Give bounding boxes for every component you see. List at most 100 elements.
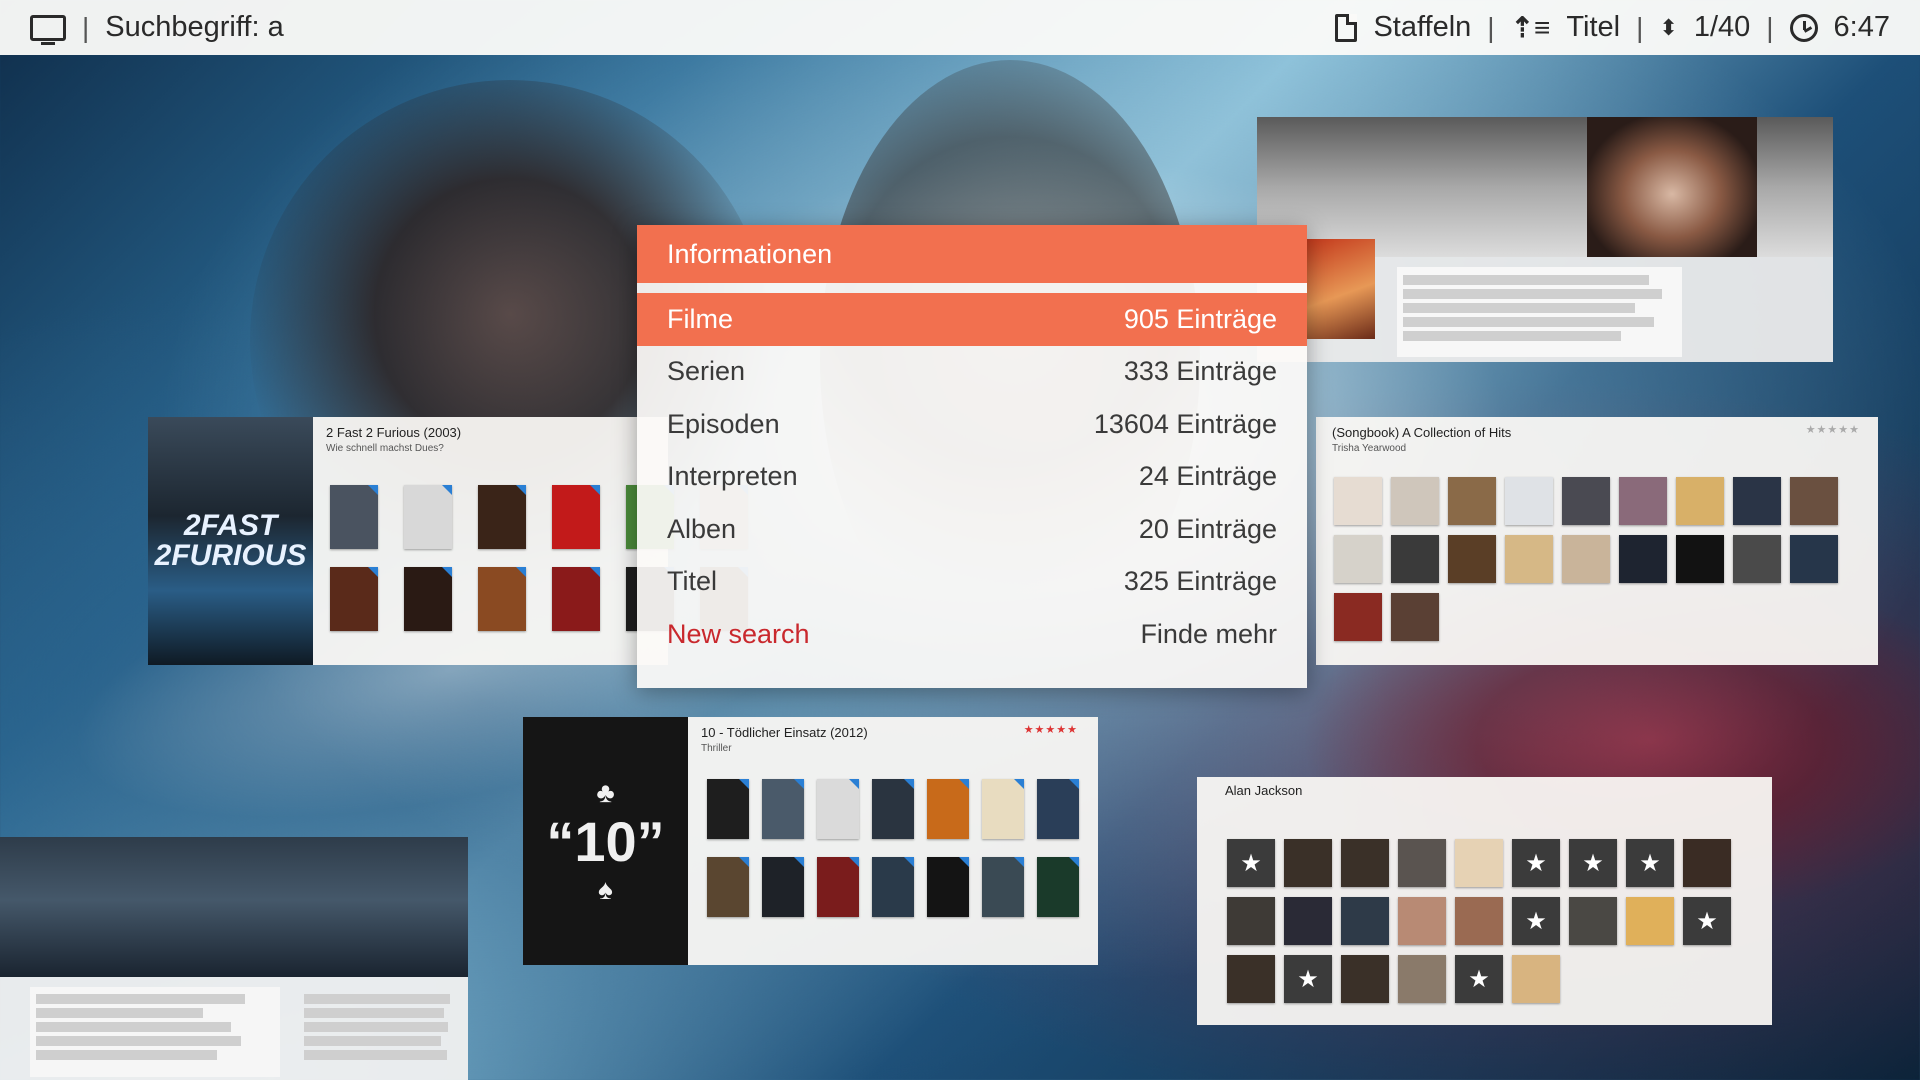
album-thumb[interactable] xyxy=(1391,535,1439,583)
album-thumb[interactable] xyxy=(1569,897,1617,945)
related-movies-grid xyxy=(707,779,1079,917)
movie-panel-2fast[interactable]: 2FAST 2FURIOUS 2 Fast 2 Furious (2003) W… xyxy=(148,417,748,665)
dialog-item-interpreten[interactable]: Interpreten 24 Einträge xyxy=(637,451,1307,504)
movie-thumb[interactable] xyxy=(817,779,859,839)
dialog-item-alben[interactable]: Alben 20 Einträge xyxy=(637,503,1307,556)
movie-thumb[interactable] xyxy=(982,857,1024,917)
album-thumb[interactable] xyxy=(1227,897,1275,945)
sort-icon: ⇡≡ xyxy=(1510,12,1551,43)
album-thumb[interactable] xyxy=(1398,955,1446,1003)
artist-panel-alan-jackson[interactable]: Alan Jackson ★ ★ ★ ★ ★ ★ ★ ★ xyxy=(1197,777,1772,1025)
album-thumb[interactable] xyxy=(1683,839,1731,887)
album-thumb[interactable] xyxy=(1391,477,1439,525)
movie-thumb[interactable] xyxy=(552,485,600,549)
album-thumb[interactable] xyxy=(1790,477,1838,525)
movie-thumb[interactable] xyxy=(478,567,526,631)
album-thumb[interactable] xyxy=(1505,477,1553,525)
album-thumb[interactable] xyxy=(1341,955,1389,1003)
dialog-item-label: Episoden xyxy=(667,408,780,439)
album-thumb[interactable] xyxy=(1505,535,1553,583)
star-placeholder-icon[interactable]: ★ xyxy=(1227,839,1275,887)
movie-thumb[interactable] xyxy=(1037,779,1079,839)
dialog-item-new-search[interactable]: New search Finde mehr xyxy=(637,608,1307,661)
dialog-list: Filme 905 Einträge Serien 333 Einträge E… xyxy=(637,293,1307,661)
album-thumb[interactable] xyxy=(1626,897,1674,945)
star-placeholder-icon[interactable]: ★ xyxy=(1455,955,1503,1003)
artist-face xyxy=(1587,117,1757,257)
movie-thumb[interactable] xyxy=(404,567,452,631)
album-thumb[interactable] xyxy=(1341,839,1389,887)
album-thumb[interactable] xyxy=(1284,839,1332,887)
star-placeholder-icon[interactable]: ★ xyxy=(1512,897,1560,945)
album-thumb[interactable] xyxy=(1391,593,1439,641)
album-thumb[interactable] xyxy=(1227,955,1275,1003)
album-thumb[interactable] xyxy=(1562,477,1610,525)
movie-thumb[interactable] xyxy=(330,567,378,631)
album-thumb[interactable] xyxy=(1790,535,1838,583)
movie-panel-10[interactable]: ♣ “10” ♠ 10 - Tödlicher Einsatz (2012) T… xyxy=(523,717,1098,965)
movie-thumb[interactable] xyxy=(762,857,804,917)
separator: | xyxy=(1636,11,1644,43)
information-dialog: Informationen Filme 905 Einträge Serien … xyxy=(637,225,1307,688)
movie-poster: ♣ “10” ♠ xyxy=(523,717,688,965)
movie-thumb[interactable] xyxy=(404,485,452,549)
album-thumb[interactable] xyxy=(1733,535,1781,583)
album-thumb[interactable] xyxy=(1733,477,1781,525)
album-thumb[interactable] xyxy=(1334,477,1382,525)
dialog-item-count: 20 Einträge xyxy=(1138,513,1277,544)
album-thumb[interactable] xyxy=(1512,955,1560,1003)
album-thumb[interactable] xyxy=(1341,897,1389,945)
album-panel-songbook[interactable]: (Songbook) A Collection of Hits Trisha Y… xyxy=(1316,417,1878,665)
star-placeholder-icon[interactable]: ★ xyxy=(1284,955,1332,1003)
tvshow-panel-bottom-left[interactable] xyxy=(0,837,468,1080)
album-thumb[interactable] xyxy=(1448,535,1496,583)
view-mode-label[interactable]: Staffeln xyxy=(1373,11,1471,44)
star-placeholder-icon[interactable]: ★ xyxy=(1626,839,1674,887)
album-thumb[interactable] xyxy=(1448,477,1496,525)
dialog-item-filme[interactable]: Filme 905 Einträge xyxy=(637,293,1307,346)
movie-thumb[interactable] xyxy=(707,857,749,917)
movie-thumb[interactable] xyxy=(707,779,749,839)
dialog-item-count: 13604 Einträge xyxy=(1093,408,1277,439)
album-artist: Trisha Yearwood xyxy=(1332,443,1407,454)
poster-title: 2FAST 2FURIOUS xyxy=(154,509,307,572)
sort-label[interactable]: Titel xyxy=(1566,11,1620,44)
movie-thumb[interactable] xyxy=(982,779,1024,839)
movie-thumb[interactable] xyxy=(927,779,969,839)
album-thumb[interactable] xyxy=(1284,897,1332,945)
album-thumb[interactable] xyxy=(1619,535,1667,583)
dialog-item-serien[interactable]: Serien 333 Einträge xyxy=(637,346,1307,399)
album-thumb[interactable] xyxy=(1455,839,1503,887)
album-thumb[interactable] xyxy=(1562,535,1610,583)
album-thumb[interactable] xyxy=(1334,593,1382,641)
top-bar: | Suchbegriff: a Staffeln | ⇡≡ Titel | ⬍… xyxy=(0,0,1920,55)
album-thumb[interactable] xyxy=(1455,897,1503,945)
movie-thumb[interactable] xyxy=(817,857,859,917)
movie-poster: 2FAST 2FURIOUS xyxy=(148,417,313,665)
star-placeholder-icon[interactable]: ★ xyxy=(1683,897,1731,945)
movie-thumb[interactable] xyxy=(872,857,914,917)
movie-rating: ★★★★★ xyxy=(1023,724,1078,736)
star-placeholder-icon[interactable]: ★ xyxy=(1569,839,1617,887)
movie-thumb[interactable] xyxy=(872,779,914,839)
movie-thumb[interactable] xyxy=(552,567,600,631)
movie-thumb[interactable] xyxy=(1037,857,1079,917)
movie-thumb[interactable] xyxy=(762,779,804,839)
document-icon xyxy=(1335,13,1358,42)
star-placeholder-icon[interactable]: ★ xyxy=(1512,839,1560,887)
album-thumb[interactable] xyxy=(1676,535,1724,583)
album-thumb[interactable] xyxy=(1676,477,1724,525)
movie-thumb[interactable] xyxy=(927,857,969,917)
album-thumb[interactable] xyxy=(1398,839,1446,887)
dialog-item-count: 325 Einträge xyxy=(1123,566,1277,597)
movie-thumb[interactable] xyxy=(478,485,526,549)
artist-name: Alan Jackson xyxy=(1225,783,1303,798)
album-rating: ★★★★★ xyxy=(1805,424,1860,436)
dialog-item-episoden[interactable]: Episoden 13604 Einträge xyxy=(637,398,1307,451)
album-thumb[interactable] xyxy=(1619,477,1667,525)
album-thumb[interactable] xyxy=(1398,897,1446,945)
artist-panel-top-right[interactable] xyxy=(1257,117,1833,362)
dialog-item-titel[interactable]: Titel 325 Einträge xyxy=(637,556,1307,609)
album-thumb[interactable] xyxy=(1334,535,1382,583)
movie-thumb[interactable] xyxy=(330,485,378,549)
